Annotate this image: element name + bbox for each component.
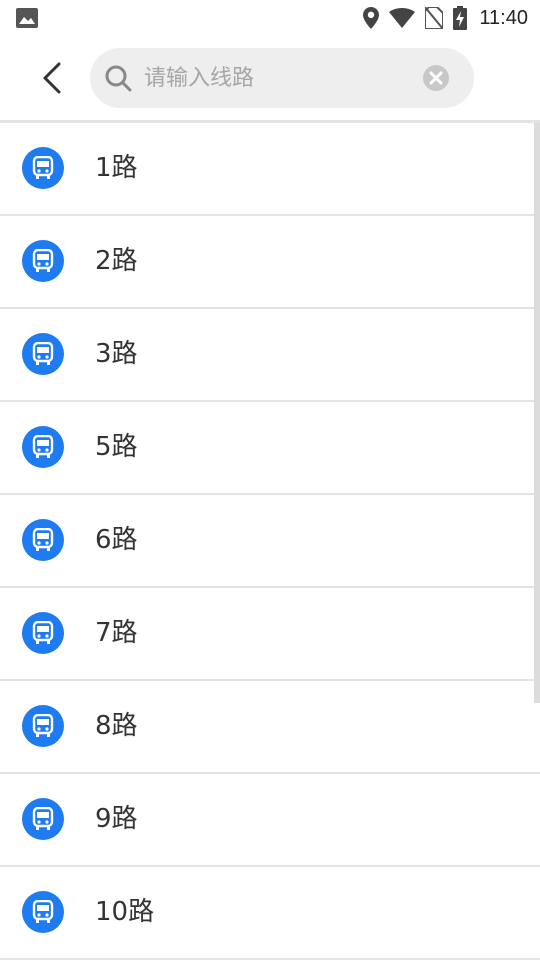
- route-item[interactable]: 2路: [0, 216, 540, 309]
- route-label: 8路: [95, 711, 138, 741]
- scrollbar[interactable]: [534, 123, 540, 703]
- bus-icon: [22, 333, 64, 375]
- clear-icon[interactable]: [422, 64, 450, 92]
- route-item[interactable]: 7路: [0, 588, 540, 681]
- route-label: 7路: [95, 618, 138, 648]
- route-item[interactable]: 10路: [0, 867, 540, 960]
- route-label: 1路: [95, 153, 138, 183]
- route-item[interactable]: 6路: [0, 495, 540, 588]
- route-label: 10路: [95, 897, 155, 927]
- battery-charging-icon: [453, 6, 468, 30]
- bus-icon: [22, 705, 64, 747]
- route-label: 5路: [95, 432, 138, 462]
- route-item[interactable]: 1路: [0, 123, 540, 216]
- bus-icon: [22, 147, 64, 189]
- route-item[interactable]: 5路: [0, 402, 540, 495]
- route-list: 1路 2路 3路 5路 6路 7路 8路 9路 10路: [0, 123, 540, 960]
- back-button[interactable]: [30, 54, 74, 102]
- search-icon: [105, 65, 132, 92]
- bus-icon: [22, 612, 64, 654]
- route-label: 6路: [95, 525, 138, 555]
- status-time: 11:40: [479, 6, 528, 29]
- route-label: 3路: [95, 339, 138, 369]
- bus-icon: [22, 240, 64, 282]
- route-item[interactable]: 3路: [0, 309, 540, 402]
- bus-icon: [22, 798, 64, 840]
- route-label: 2路: [95, 246, 138, 276]
- bus-icon: [22, 891, 64, 933]
- route-item[interactable]: 9路: [0, 774, 540, 867]
- bus-icon: [22, 519, 64, 561]
- no-sim-icon: [425, 7, 444, 29]
- search-box[interactable]: [90, 48, 474, 108]
- search-header: [0, 36, 540, 120]
- status-icons: 11:40: [363, 0, 528, 36]
- chevron-left-icon: [43, 62, 61, 94]
- status-bar: 11:40: [0, 0, 540, 36]
- search-input[interactable]: [144, 58, 404, 98]
- location-icon: [363, 7, 380, 29]
- image-icon: [16, 8, 38, 28]
- route-label: 9路: [95, 804, 138, 834]
- route-item[interactable]: 8路: [0, 681, 540, 774]
- bus-icon: [22, 426, 64, 468]
- wifi-icon: [389, 8, 416, 28]
